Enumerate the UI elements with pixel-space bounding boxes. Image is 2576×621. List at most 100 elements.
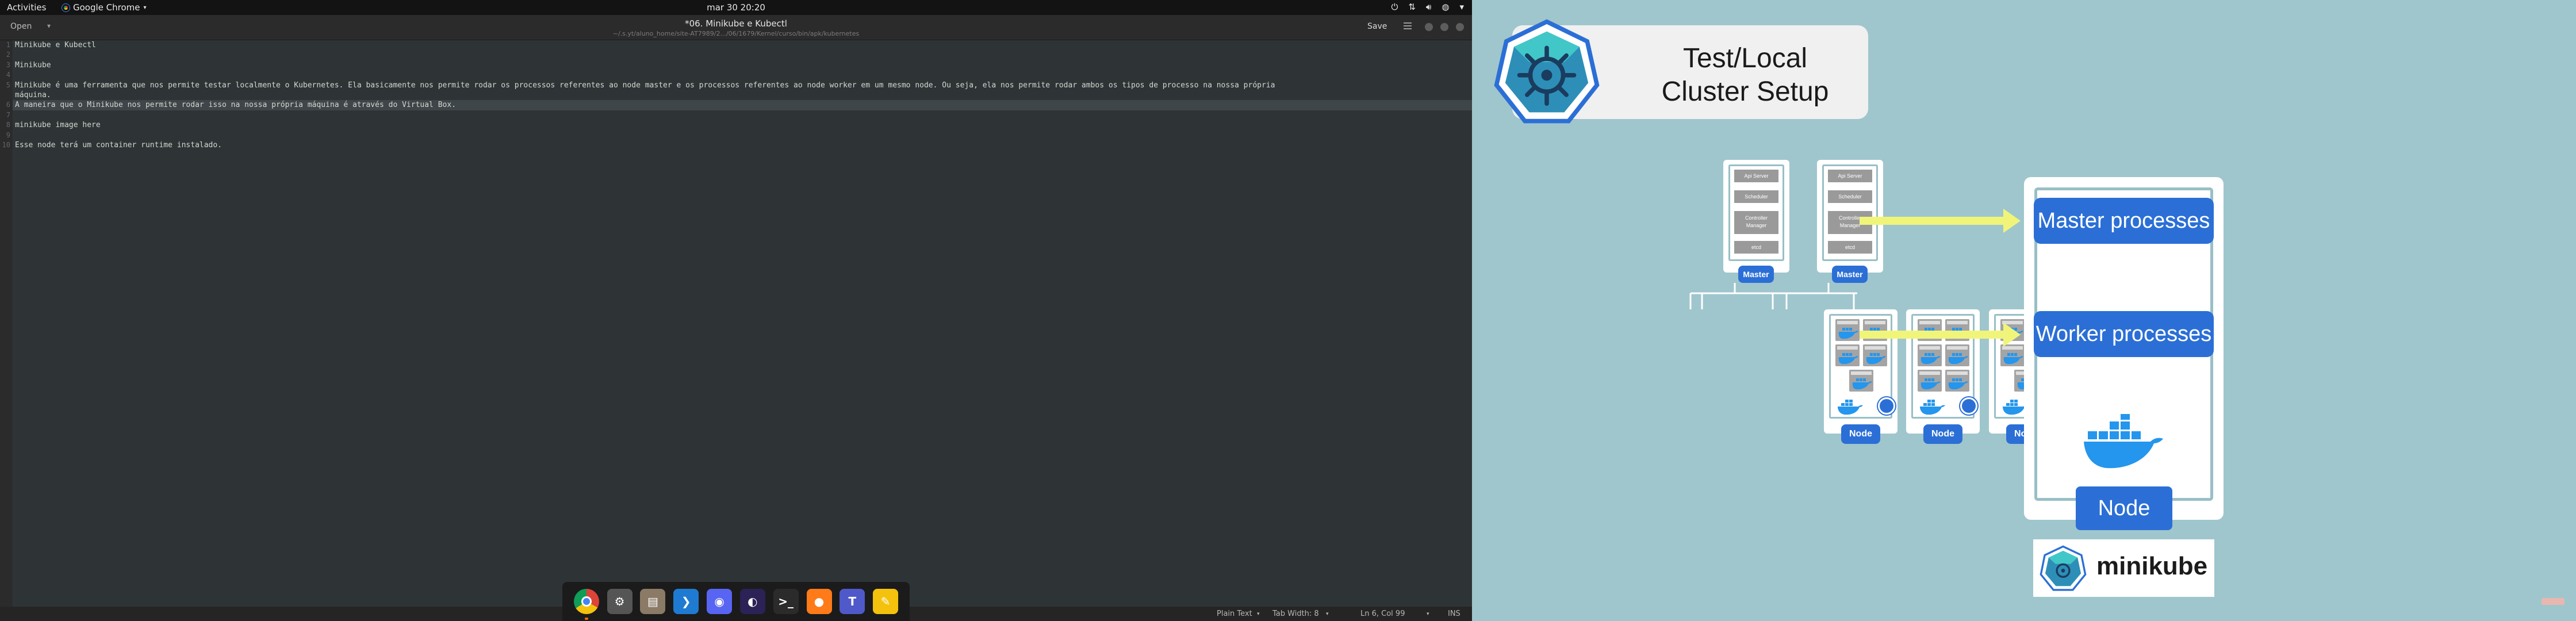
top-bar: Activities Google Chrome ▾ mar 30 20:20 …	[0, 0, 1472, 15]
pod	[1849, 370, 1873, 392]
tray-menu-icon: ▾	[1459, 2, 1464, 12]
network-icon: ⇅	[1408, 2, 1416, 12]
open-menu-chevron-icon[interactable]: ▾	[47, 22, 51, 30]
clock[interactable]: mar 30 20:20	[707, 2, 765, 13]
server-frame: Api Server Scheduler Controller Manager etc…	[1728, 164, 1784, 261]
master-component: Api Server	[1734, 170, 1778, 182]
line-number: 10	[2, 140, 10, 149]
master-component: Scheduler	[1734, 190, 1778, 203]
discord-icon[interactable]: ◉	[707, 589, 733, 614]
server-bar	[2058, 248, 2189, 258]
container-whale-icon	[1947, 371, 1968, 390]
document-path: ~/.s.yt/aluno_home/site-AT7989/2.../06/1…	[612, 30, 860, 37]
minikube-wordmark: minikube	[2096, 552, 2208, 580]
line-number: 3	[6, 60, 10, 69]
app-menu[interactable]: Google Chrome ▾	[62, 2, 147, 13]
close-button[interactable]	[1456, 23, 1464, 31]
maximize-button[interactable]	[1440, 23, 1448, 31]
chrome-icon[interactable]	[573, 589, 599, 620]
master-component: Controller Manager	[1734, 211, 1778, 234]
editor-line[interactable]: máquina.	[13, 90, 1472, 100]
docker-whale-icon	[1920, 400, 1945, 415]
pod	[2000, 344, 2025, 366]
line-number: 8	[6, 121, 10, 129]
app-menu-label: Google Chrome	[73, 2, 140, 13]
save-button[interactable]: Save	[1367, 22, 1387, 31]
editor-line[interactable]	[13, 110, 1472, 120]
pod	[1863, 344, 1887, 366]
kubelet-wheel-icon	[1878, 397, 1895, 415]
teams-icon[interactable]: T	[839, 589, 865, 614]
cursor-position[interactable]: Ln 6, Col 99	[1360, 610, 1405, 618]
container-whale-icon	[1865, 346, 1886, 365]
editor-line[interactable]: minikube image here	[13, 120, 1472, 130]
kubelet-wheel-icon	[1960, 397, 1977, 415]
master-processes-label: Master processes	[2034, 198, 2214, 244]
pod	[1835, 319, 1860, 341]
pod	[1918, 344, 1942, 366]
open-button[interactable]: Open	[10, 22, 32, 31]
editor-line[interactable]	[13, 131, 1472, 140]
minikube-logo-card: minikube	[2033, 539, 2214, 597]
status-icon: ◍	[1442, 2, 1450, 12]
firefox-icon[interactable]: ●	[806, 589, 832, 614]
settings-icon[interactable]: ⚙	[607, 589, 632, 614]
minimize-button[interactable]	[1425, 23, 1433, 31]
worker-node-server: Node	[1906, 309, 1980, 444]
eclipse-icon[interactable]: ◐	[739, 589, 765, 614]
line-number: 5	[6, 80, 10, 89]
notes-icon[interactable]: ✎	[873, 589, 899, 614]
line-number: 4	[6, 71, 10, 79]
server-frame: Api Server Scheduler Controller Manager etc…	[1822, 164, 1878, 261]
server-bar	[2058, 281, 2189, 290]
hamburger-menu-icon[interactable]	[1404, 22, 1412, 30]
master-server: Api Server Scheduler Controller Manager etc…	[1817, 160, 1883, 283]
vscode-icon[interactable]: ❯	[673, 589, 699, 614]
line-number: 9	[6, 131, 10, 139]
container-whale-icon	[2002, 346, 2023, 365]
document-title: *06. Minikube e Kubectl	[685, 18, 787, 29]
container-whale-icon	[1837, 321, 1858, 339]
text-editor[interactable]: Minikube e Kubectl Minikube Minikube é uma…	[13, 40, 1472, 607]
container-whale-icon	[1947, 346, 1968, 365]
line-number: 2	[6, 51, 10, 59]
line-number-gutter: 1 2 3 4 5 6 7 8 9 10	[0, 40, 13, 607]
worker-processes-label: Worker processes	[2034, 311, 2214, 357]
language-selector[interactable]: Plain Text	[1217, 610, 1252, 618]
arrow-to-worker-processes	[1860, 323, 2021, 347]
editor-line[interactable]: A maneira que o Minikube nos permite rod…	[13, 100, 1472, 110]
container-whale-icon	[1837, 346, 1858, 365]
power-icon: ⏻	[1391, 2, 1398, 12]
editor-line[interactable]	[13, 50, 1472, 60]
editor-line[interactable]: Minikube	[13, 60, 1472, 70]
gedit-headerbar: Open ▾ *06. Minikube e Kubectl ~/.s.yt/a…	[0, 15, 1472, 40]
slide: Test/Local Cluster Setup Api Server Sche…	[1472, 0, 2576, 621]
editor-line[interactable]: Minikube e Kubectl	[13, 40, 1472, 50]
activities-button[interactable]: Activities	[7, 2, 46, 13]
container-whale-icon	[1851, 371, 1872, 390]
tab-width-chevron-icon: ▾	[1326, 611, 1329, 617]
terminal-icon[interactable]: >_	[773, 589, 799, 614]
chevron-down-icon: ▾	[143, 4, 147, 11]
master-component: etcd	[1828, 241, 1872, 254]
corner-badge	[2542, 598, 2564, 605]
system-tray[interactable]: ⏻ ⇅ 🔊︎ ◍ ▾	[1391, 2, 1464, 12]
arrow-to-master-processes	[1860, 209, 2021, 233]
node-label: Node	[1841, 424, 1880, 444]
dock: ⚙ ▤ ❯ ◉ ◐ >_ ● T ✎	[562, 582, 910, 621]
master-label: Master	[1738, 266, 1774, 283]
docker-whale-icon	[2084, 414, 2163, 469]
volume-icon: 🔊︎	[1425, 2, 1432, 12]
editor-line[interactable]: Esse node terá um container runtime inst…	[13, 140, 1472, 150]
server-frame	[1829, 314, 1895, 419]
tab-width-selector[interactable]: Tab Width: 8	[1272, 610, 1319, 618]
editor-line[interactable]: Minikube é uma ferramenta que nos permit…	[13, 80, 1472, 90]
pod	[1918, 370, 1942, 392]
editor-line[interactable]	[13, 70, 1472, 80]
insert-mode-indicator: INS	[1448, 610, 1460, 618]
pod	[1945, 344, 1969, 366]
line-number	[0, 90, 13, 100]
files-icon[interactable]: ▤	[640, 589, 666, 614]
minikube-node-server: Master processes Worker processes Node	[2024, 177, 2224, 530]
node-label: Node	[1923, 424, 1962, 444]
